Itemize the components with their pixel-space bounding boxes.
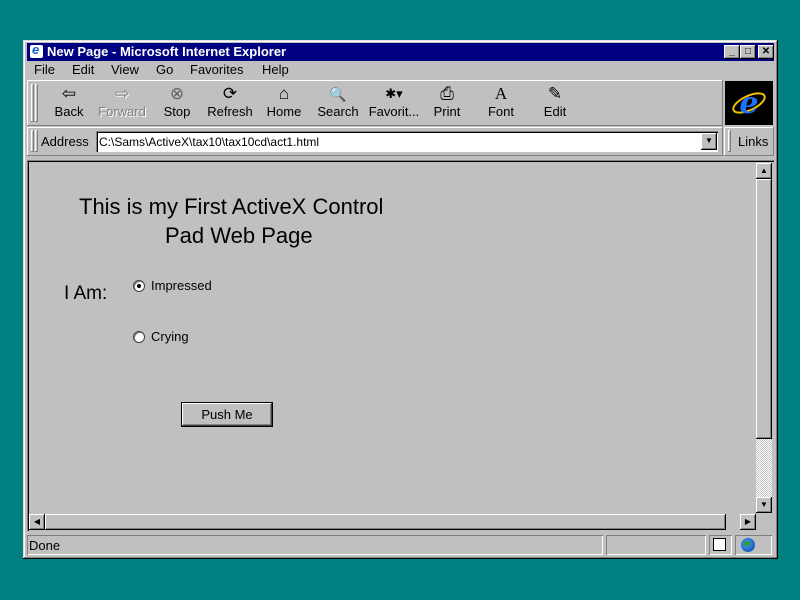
status-progress-panel xyxy=(606,535,706,555)
home-button[interactable]: ⌂ Home xyxy=(263,84,305,122)
radio-impressed[interactable] xyxy=(133,280,145,292)
scroll-right-button[interactable]: ▶ xyxy=(740,514,756,530)
menu-file[interactable]: File xyxy=(34,62,55,77)
search-button[interactable]: 🔍 Search xyxy=(314,84,362,122)
search-icon: 🔍 xyxy=(329,86,347,102)
menu-edit[interactable]: Edit xyxy=(72,62,94,77)
refresh-button[interactable]: ⟳ Refresh xyxy=(204,84,256,122)
menu-go[interactable]: Go xyxy=(156,62,173,77)
stop-icon: ⊗ xyxy=(169,84,185,103)
stop-button[interactable]: ⊗ Stop xyxy=(158,84,196,122)
edit-icon: ✎ xyxy=(547,84,563,103)
horizontal-scroll-thumb[interactable] xyxy=(45,514,726,530)
ie-logo-icon: e xyxy=(732,86,766,121)
minimize-button[interactable]: _ xyxy=(724,45,740,59)
status-zone-panel xyxy=(735,535,772,555)
ie-logo-small-icon xyxy=(30,42,43,58)
menu-view[interactable]: View xyxy=(111,62,139,77)
scroll-down-button[interactable]: ▼ xyxy=(756,497,772,513)
chevron-down-icon: ▼ xyxy=(705,136,713,145)
scroll-up-button[interactable]: ▲ xyxy=(756,163,772,179)
address-label: Address xyxy=(41,134,89,149)
toolbar-grip-2 xyxy=(35,84,38,122)
forward-button[interactable]: ⇨ Forward xyxy=(96,84,148,122)
address-dropdown-button[interactable]: ▼ xyxy=(701,133,717,150)
forward-arrow-icon: ⇨ xyxy=(114,84,130,103)
globe-icon xyxy=(741,538,755,552)
address-grip-2 xyxy=(35,130,38,152)
print-button[interactable]: ⎙ Print xyxy=(428,84,466,122)
status-bar: Done xyxy=(27,535,774,555)
ie-throbber-logo: e xyxy=(725,81,773,125)
window-title: New Page - Microsoft Internet Explorer xyxy=(47,44,287,59)
radio-label-crying[interactable]: Crying xyxy=(151,329,189,344)
page-heading-line2: Pad Web Page xyxy=(165,223,313,248)
page-heading-line1: This is my First ActiveX Control xyxy=(79,194,384,219)
favorites-icon: ✱▾ xyxy=(385,86,403,101)
printer-icon: ⎙ xyxy=(440,84,454,103)
offline-status-icon xyxy=(713,538,726,551)
back-arrow-icon: ⇦ xyxy=(61,84,77,103)
close-button[interactable]: ✕ xyxy=(758,45,774,59)
status-text: Done xyxy=(29,538,61,553)
radio-label-impressed[interactable]: Impressed xyxy=(151,278,212,293)
font-icon: A xyxy=(494,84,508,103)
status-text-panel: Done xyxy=(27,535,603,555)
links-grip[interactable] xyxy=(728,130,731,152)
page-content: This is my First ActiveX Control Pad Web… xyxy=(27,160,774,531)
vertical-scroll-thumb[interactable] xyxy=(756,179,772,439)
status-security-panel xyxy=(709,535,732,555)
address-input[interactable]: C:\Sams\ActiveX\tax10\tax10cd\act1.html xyxy=(96,131,718,152)
address-grip[interactable] xyxy=(31,130,34,152)
edit-button[interactable]: ✎ Edit xyxy=(536,84,574,122)
title-bar[interactable]: New Page - Microsoft Internet Explorer _… xyxy=(27,42,774,61)
refresh-icon: ⟳ xyxy=(222,84,238,103)
home-icon: ⌂ xyxy=(278,84,290,103)
menu-help[interactable]: Help xyxy=(262,62,289,77)
address-value: C:\Sams\ActiveX\tax10\tax10cd\act1.html xyxy=(99,135,320,149)
menu-favorites[interactable]: Favorites xyxy=(190,62,243,77)
maximize-button[interactable]: □ xyxy=(740,45,756,59)
back-button[interactable]: ⇦ Back xyxy=(48,84,90,122)
vertical-scroll-track[interactable] xyxy=(756,439,772,497)
svg-text:e: e xyxy=(739,86,758,121)
toolbar-grip[interactable] xyxy=(31,84,34,122)
favorites-button[interactable]: ✱▾ Favorit... xyxy=(366,84,422,122)
radio-crying[interactable] xyxy=(133,331,145,343)
push-me-button[interactable]: Push Me xyxy=(181,402,273,427)
scroll-left-button[interactable]: ◀ xyxy=(29,514,45,530)
links-button[interactable]: Links xyxy=(738,134,768,149)
font-button[interactable]: A Font xyxy=(482,84,520,122)
question-label: I Am: xyxy=(64,283,108,304)
